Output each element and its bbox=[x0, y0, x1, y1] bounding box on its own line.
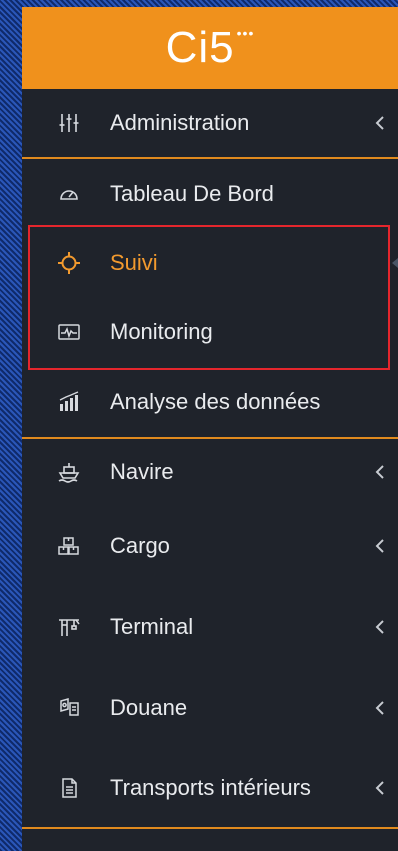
chevron-left-icon bbox=[370, 700, 390, 716]
chevron-left-icon bbox=[370, 619, 390, 635]
sliders-icon bbox=[58, 112, 80, 134]
ship-icon bbox=[58, 461, 80, 483]
menu-item-terminal[interactable]: Terminal bbox=[22, 587, 398, 667]
menu-item-label: Terminal bbox=[110, 614, 194, 639]
pulse-monitor-icon bbox=[58, 321, 80, 343]
menu-item-tableau-de-bord[interactable]: Tableau De Bord bbox=[22, 159, 398, 229]
caret-left-icon bbox=[392, 258, 398, 268]
menu-item-label: Administration bbox=[110, 110, 250, 135]
menu-item-suivi[interactable]: Suivi bbox=[22, 229, 398, 297]
menu-item-label: Suivi bbox=[110, 250, 158, 275]
menu-item-label: Transports intérieurs bbox=[110, 775, 311, 800]
menu-item-label: Navire bbox=[110, 459, 174, 484]
bar-chart-icon bbox=[58, 391, 80, 413]
crosshair-icon bbox=[58, 252, 80, 274]
menu-item-label: Tableau De Bord bbox=[110, 181, 274, 206]
sidebar-header: Ci5 ••• bbox=[22, 7, 398, 89]
logo[interactable]: Ci5 ••• bbox=[166, 26, 255, 70]
gauge-icon bbox=[58, 183, 80, 205]
logo-text: Ci5 bbox=[165, 23, 235, 72]
menu-item-label: Douane bbox=[110, 695, 188, 720]
menu-item-douane[interactable]: Douane bbox=[22, 667, 398, 749]
menu-item-cargo[interactable]: Cargo bbox=[22, 505, 398, 587]
menu-item-label: Monitoring bbox=[110, 319, 213, 344]
document-icon bbox=[58, 777, 80, 799]
chevron-left-icon bbox=[370, 115, 390, 131]
menu-item-analyse-des-donnees[interactable]: Analyse des données bbox=[22, 367, 398, 437]
chevron-left-icon bbox=[370, 538, 390, 554]
boxes-icon bbox=[58, 535, 80, 557]
menu-item-navire[interactable]: Navire bbox=[22, 439, 398, 505]
menu-item-label: Cargo bbox=[110, 533, 170, 558]
crane-icon bbox=[58, 616, 80, 638]
logo-dots: ••• bbox=[236, 25, 255, 41]
menu-item-label: Analyse des données bbox=[110, 389, 321, 414]
section-divider bbox=[22, 827, 398, 829]
chevron-left-icon bbox=[370, 780, 390, 796]
menu-item-administration[interactable]: Administration bbox=[22, 89, 398, 157]
menu-item-monitoring[interactable]: Monitoring bbox=[22, 297, 398, 367]
sidebar: Ci5 ••• Administration Tableau De Bord S… bbox=[22, 7, 398, 851]
chevron-left-icon bbox=[370, 464, 390, 480]
menu-item-transports-interieurs[interactable]: Transports intérieurs bbox=[22, 749, 398, 827]
customs-icon bbox=[58, 697, 80, 719]
